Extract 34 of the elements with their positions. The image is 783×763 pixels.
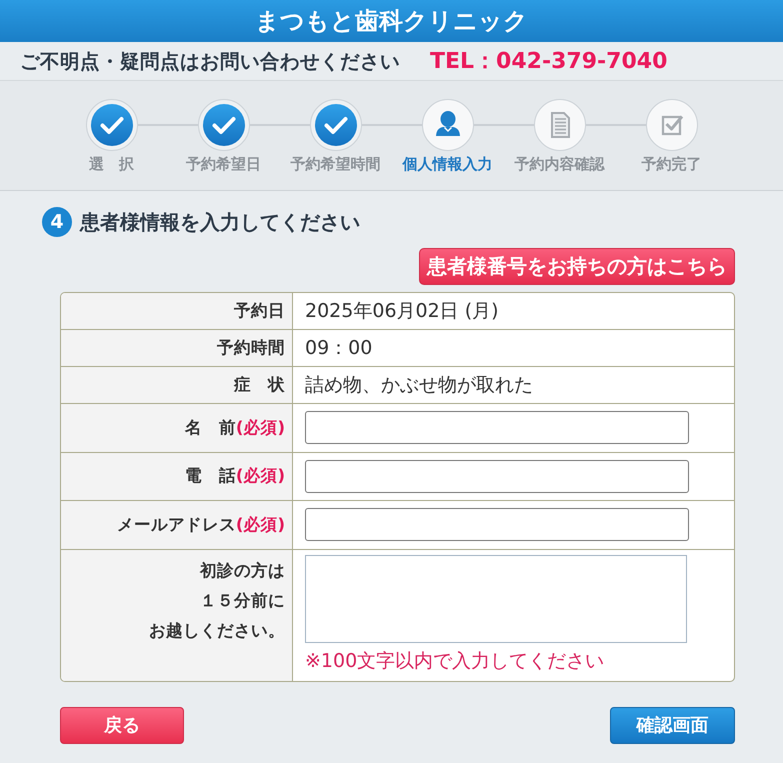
phone-number: TEL：042-379-7040 bbox=[430, 48, 668, 76]
field-label: 予約時間 bbox=[217, 337, 285, 359]
field-label: １５分前に bbox=[200, 590, 285, 612]
field-label: お越しください。 bbox=[149, 620, 285, 642]
field-label: 予約日 bbox=[234, 300, 285, 322]
step-label: 選 択 bbox=[89, 154, 134, 174]
text-input[interactable] bbox=[305, 508, 689, 542]
value-cell: 詰め物、かぶせ物が取れた bbox=[293, 367, 734, 404]
value-cell: 09：00 bbox=[293, 330, 734, 367]
textarea-input[interactable] bbox=[305, 554, 687, 642]
step-label: 予約希望時間 bbox=[290, 154, 380, 174]
step-label: 個人情報入力 bbox=[402, 154, 492, 174]
step-label: 予約内容確認 bbox=[514, 154, 604, 174]
required-mark: (必須) bbox=[236, 465, 285, 488]
field-label: 初診の方は bbox=[200, 560, 285, 582]
text-input[interactable] bbox=[305, 460, 689, 493]
value-cell: 2025年06月02日 (月) bbox=[293, 293, 734, 330]
section-number-badge: 4 bbox=[42, 207, 72, 237]
section-title: 患者様情報を入力してください bbox=[80, 208, 360, 236]
step-label: 予約完了 bbox=[642, 154, 702, 174]
step-label: 予約希望日 bbox=[186, 154, 261, 174]
back-button[interactable]: 戻る bbox=[60, 706, 184, 744]
text-input[interactable] bbox=[305, 411, 689, 444]
field-label: 電 話 bbox=[184, 465, 236, 488]
field-label: 症 状 bbox=[234, 374, 285, 396]
contact-message: ご不明点・疑問点はお問い合わせください bbox=[20, 48, 400, 74]
field-label: 名 前 bbox=[184, 416, 236, 439]
hint-text: ※100文字以内で入力してください bbox=[305, 648, 604, 674]
required-mark: (必須) bbox=[236, 416, 285, 439]
required-mark: (必須) bbox=[236, 514, 285, 536]
site-title: まつもと歯科クリニック bbox=[255, 6, 528, 36]
confirm-button[interactable]: 確認画面 bbox=[610, 706, 735, 744]
field-label: メールアドレス bbox=[116, 514, 236, 536]
patient-number-button[interactable]: 患者様番号をお持ちの方はこちら bbox=[419, 248, 735, 285]
